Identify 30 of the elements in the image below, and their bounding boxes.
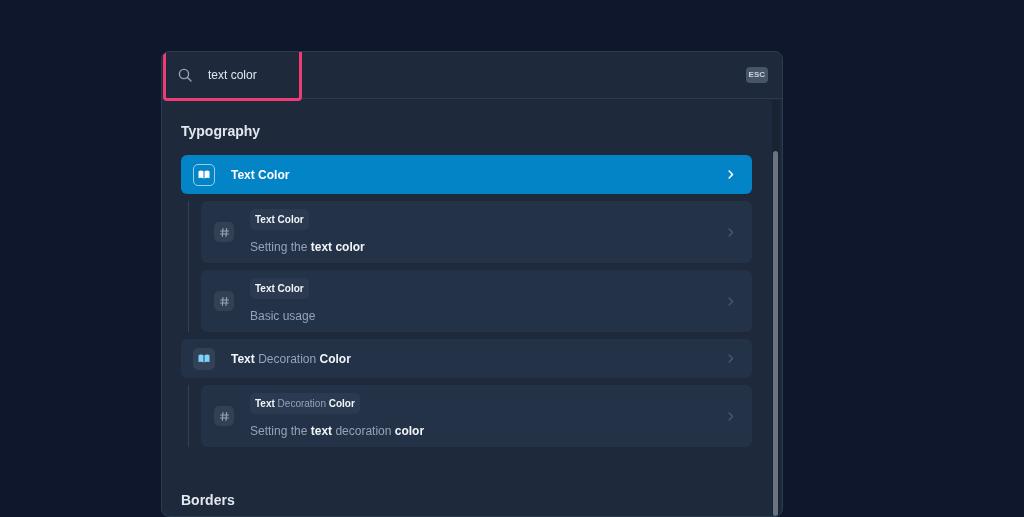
search-result[interactable]: Text Decoration Color Setting the text decoration color: [201, 385, 752, 447]
scrollbar[interactable]: [772, 100, 780, 516]
chevron-icon: [728, 296, 734, 306]
search-icon: [178, 68, 192, 82]
book-icon: [198, 354, 210, 363]
page-tag: Text Color: [250, 208, 309, 230]
chevron-icon: [728, 354, 734, 363]
result-title: Text Color: [231, 166, 291, 184]
search-result[interactable]: Text Color Setting the text color: [201, 201, 752, 263]
section-heading: Typography: [181, 122, 262, 141]
scrollbar-thumb[interactable]: [773, 151, 778, 516]
page-tag: Text Decoration Color: [250, 392, 360, 414]
chevron-icon: [728, 411, 734, 421]
result-description: Setting the text decoration color: [250, 422, 426, 440]
search-field[interactable]: text color: [208, 66, 408, 84]
book-icon: [198, 170, 210, 179]
hash-icon: [219, 296, 229, 306]
page-tag: Text Color: [250, 277, 309, 299]
search-result[interactable]: Text Decoration Color: [181, 339, 752, 378]
hash-icon: [219, 227, 229, 237]
search-result[interactable]: Text Color: [181, 155, 752, 194]
hash-icon: [219, 411, 229, 421]
esc-key[interactable]: ESC: [745, 67, 768, 83]
result-description: Basic usage: [250, 307, 317, 325]
result-description: Setting the text color: [250, 238, 366, 256]
chevron-icon: [728, 170, 734, 179]
chevron-icon: [728, 227, 734, 237]
result-title: Text Decoration Color: [231, 350, 352, 368]
search-result[interactable]: Text Color Basic usage: [201, 270, 752, 332]
section-heading: Borders: [181, 491, 236, 510]
